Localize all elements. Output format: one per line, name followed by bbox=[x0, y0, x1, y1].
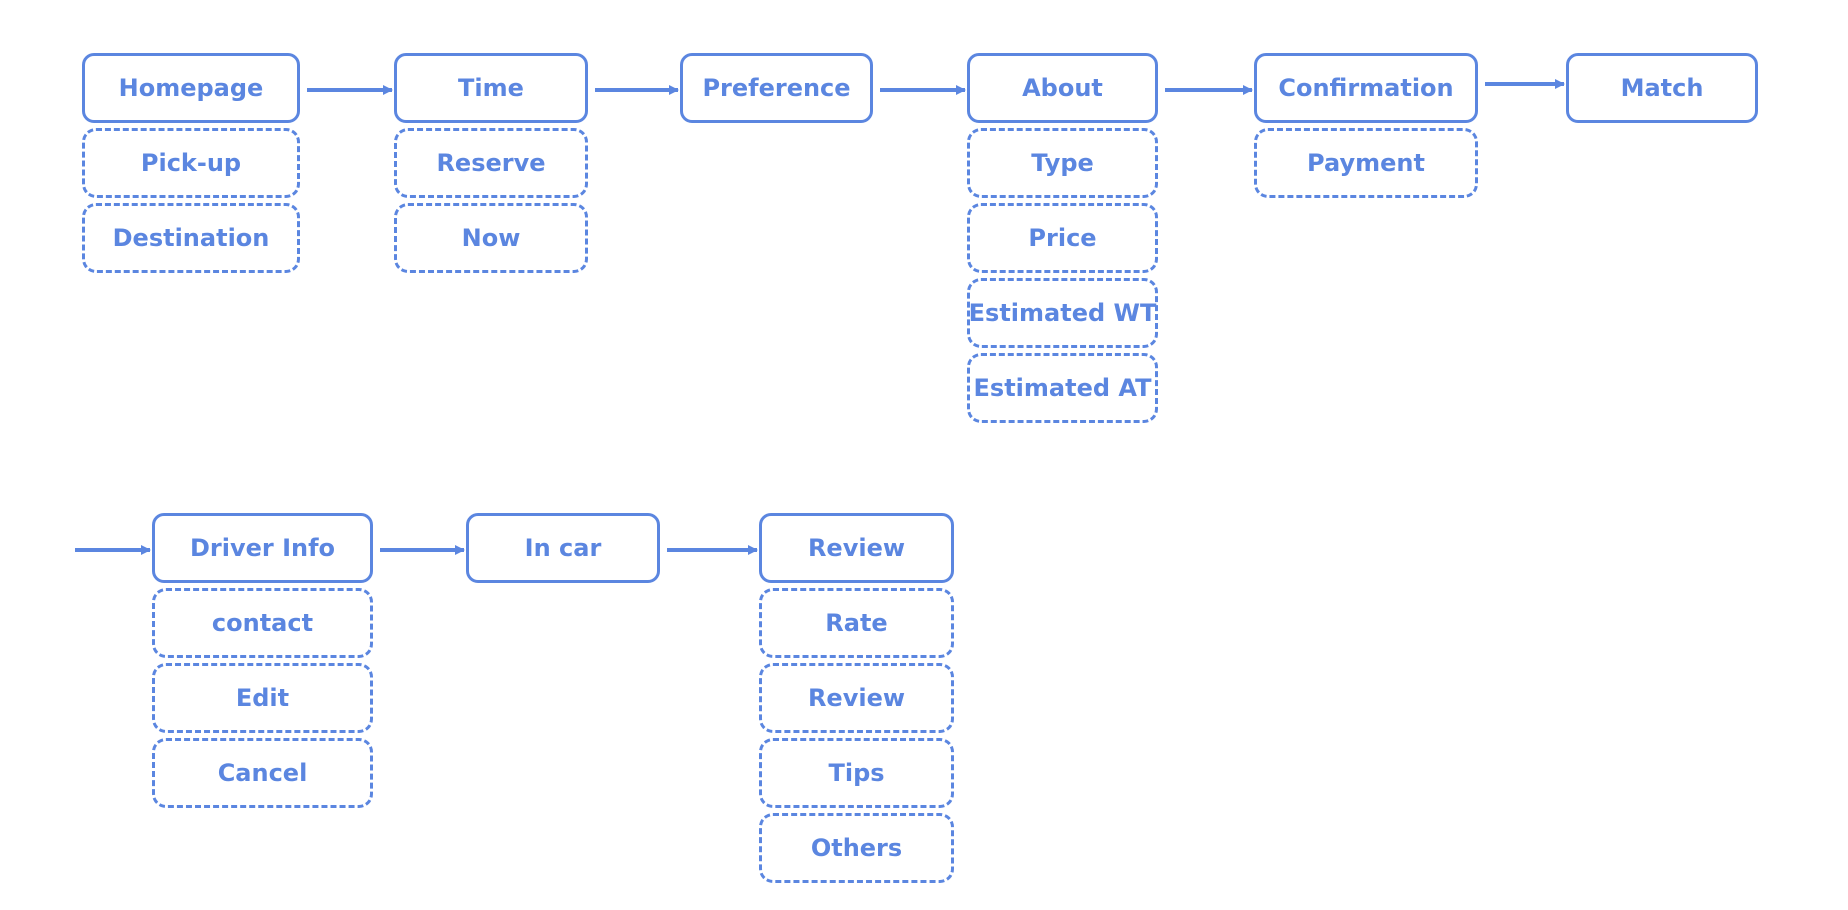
subnode-review-rate[interactable]: Rate bbox=[759, 588, 954, 658]
node-review[interactable]: Review bbox=[759, 513, 954, 583]
node-match[interactable]: Match bbox=[1566, 53, 1758, 123]
subnode-homepage-destination[interactable]: Destination bbox=[82, 203, 300, 273]
subnode-review-others[interactable]: Others bbox=[759, 813, 954, 883]
subnode-time-now[interactable]: Now bbox=[394, 203, 588, 273]
subnode-review-tips[interactable]: Tips bbox=[759, 738, 954, 808]
flow-diagram: Homepage Pick-up Destination Time Reserve Now… bbox=[0, 0, 1848, 910]
node-time[interactable]: Time bbox=[394, 53, 588, 123]
node-preference[interactable]: Preference bbox=[680, 53, 873, 123]
node-in-car[interactable]: In car bbox=[466, 513, 660, 583]
subnode-time-reserve[interactable]: Reserve bbox=[394, 128, 588, 198]
subnode-confirmation-payment[interactable]: Payment bbox=[1254, 128, 1478, 198]
node-confirmation[interactable]: Confirmation bbox=[1254, 53, 1478, 123]
subnode-driver-info-contact[interactable]: contact bbox=[152, 588, 373, 658]
subnode-about-estimated-at[interactable]: Estimated AT bbox=[967, 353, 1158, 423]
subnode-about-type[interactable]: Type bbox=[967, 128, 1158, 198]
node-homepage[interactable]: Homepage bbox=[82, 53, 300, 123]
subnode-driver-info-cancel[interactable]: Cancel bbox=[152, 738, 373, 808]
subnode-about-price[interactable]: Price bbox=[967, 203, 1158, 273]
node-about[interactable]: About bbox=[967, 53, 1158, 123]
subnode-about-estimated-wt[interactable]: Estimated WT bbox=[967, 278, 1158, 348]
subnode-driver-info-edit[interactable]: Edit bbox=[152, 663, 373, 733]
node-driver-info[interactable]: Driver Info bbox=[152, 513, 373, 583]
subnode-review-review[interactable]: Review bbox=[759, 663, 954, 733]
subnode-homepage-pick-up[interactable]: Pick-up bbox=[82, 128, 300, 198]
